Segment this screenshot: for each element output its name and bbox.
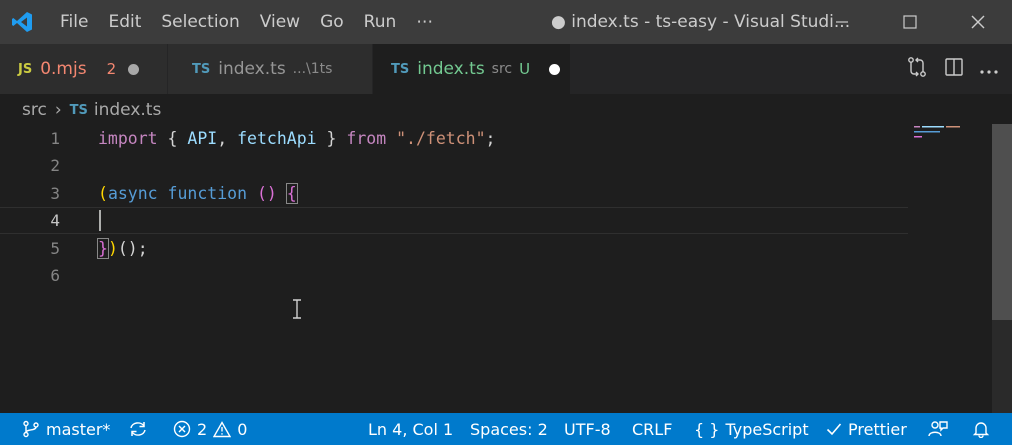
bell-icon (972, 422, 990, 438)
tab-label: index.ts (417, 59, 485, 79)
warning-count: 0 (237, 419, 248, 439)
line-number: 3 (50, 184, 60, 203)
close-icon[interactable] (944, 0, 1012, 44)
code-line-current: 4 (0, 207, 908, 234)
menu-more[interactable]: ⋯ (406, 0, 443, 44)
notifications-button[interactable] (972, 413, 990, 445)
tab-bar: JS 0.mjs 2 TS index.ts ...\1ts TS index.… (0, 44, 1012, 94)
js-file-icon: JS (18, 61, 33, 77)
scrollbar-thumb[interactable] (992, 124, 1012, 320)
code-text: (async function () { (98, 183, 298, 204)
feedback-icon (928, 421, 948, 437)
ts-file-icon: TS (69, 102, 88, 118)
window-controls (808, 0, 1012, 44)
check-icon (826, 423, 842, 436)
tab-label: 0.mjs (40, 59, 87, 79)
modified-dot-icon[interactable] (549, 63, 561, 75)
code-text: })(); (97, 238, 148, 259)
modified-dot-icon[interactable] (128, 63, 140, 75)
line-number: 1 (50, 129, 60, 148)
code-text: import { API, fetchApi } from "./fetch"; (98, 129, 496, 148)
code-line: 3 (async function () { (0, 180, 908, 207)
problem-count-badge: 2 (106, 60, 117, 78)
branch-icon (23, 420, 39, 438)
eol-status[interactable]: CRLF (632, 413, 672, 445)
tab-index-ts-src[interactable]: TS index.ts src U (373, 44, 571, 94)
indentation-status[interactable]: Spaces: 2 (470, 413, 548, 445)
error-count: 2 (197, 419, 208, 439)
braces-icon: { } (694, 419, 720, 439)
language-status[interactable]: { } TypeScript (694, 413, 809, 445)
menu-run[interactable]: Run (354, 0, 407, 44)
code-line: 5 })(); (0, 235, 908, 262)
split-editor-icon[interactable] (944, 57, 964, 81)
menu-go[interactable]: Go (310, 0, 354, 44)
sync-icon (130, 422, 146, 436)
ts-file-icon: TS (391, 61, 410, 77)
code-line: 2 (0, 152, 908, 179)
menu-selection[interactable]: Selection (151, 0, 249, 44)
branch-status[interactable]: master* (22, 413, 110, 445)
vscode-logo-icon[interactable] (0, 0, 44, 44)
line-number: 2 (50, 156, 60, 175)
menu-file[interactable]: File (44, 0, 98, 44)
line-number: 6 (50, 266, 60, 285)
menu-bar: File Edit Selection View Go Run ⋯ (44, 0, 443, 44)
tab-description: src (491, 61, 513, 77)
language-mode: TypeScript (725, 419, 809, 439)
tab-0-mjs[interactable]: JS 0.mjs 2 (0, 44, 168, 94)
editor-actions (906, 44, 998, 94)
minimap[interactable] (912, 124, 992, 164)
more-icon[interactable] (980, 60, 998, 79)
source-control-compare-icon[interactable] (906, 56, 928, 82)
code-line: 6 (0, 262, 908, 289)
maximize-icon[interactable] (876, 0, 944, 44)
minimize-icon[interactable] (808, 0, 876, 44)
code-line: 1 import { API, fetchApi } from "./fetch… (0, 125, 908, 152)
tab-label: index.ts (218, 59, 286, 79)
untracked-badge: U (519, 60, 531, 78)
prettier-label: Prettier (848, 419, 907, 439)
code-editor[interactable]: 1 import { API, fetchApi } from "./fetch… (0, 124, 1012, 413)
text-ibeam-cursor-icon (293, 299, 301, 319)
branch-name: master* (46, 419, 111, 439)
tab-index-ts-1ts[interactable]: TS index.ts ...\1ts (168, 44, 373, 94)
line-number: 5 (50, 239, 60, 258)
cursor-position[interactable]: Ln 4, Col 1 (368, 413, 453, 445)
menu-edit[interactable]: Edit (98, 0, 151, 44)
breadcrumb: src › TS index.ts (22, 96, 161, 124)
breadcrumb-folder[interactable]: src (22, 100, 47, 120)
chevron-right-icon: › (54, 100, 62, 120)
warning-icon (213, 420, 232, 437)
line-number: 4 (50, 211, 60, 230)
breadcrumb-file[interactable]: index.ts (94, 100, 161, 120)
sync-button[interactable] (128, 413, 148, 445)
encoding-status[interactable]: UTF-8 (564, 413, 611, 445)
prettier-status[interactable]: Prettier (826, 413, 907, 445)
window-title: ● index.ts - ts-easy - Visual Studi... (551, 12, 851, 32)
menu-view[interactable]: View (250, 0, 310, 44)
tab-description: ...\1ts (292, 61, 333, 77)
problems-status[interactable]: 2 0 (173, 413, 247, 445)
ts-file-icon: TS (192, 61, 211, 77)
status-bar: master* 2 0 Ln 4, Col 1 Spaces: 2 UTF-8 … (0, 413, 1012, 445)
title-bar: File Edit Selection View Go Run ⋯ ● inde… (0, 0, 1012, 44)
feedback-button[interactable] (928, 413, 948, 445)
error-icon (173, 420, 191, 438)
text-cursor (99, 210, 101, 231)
